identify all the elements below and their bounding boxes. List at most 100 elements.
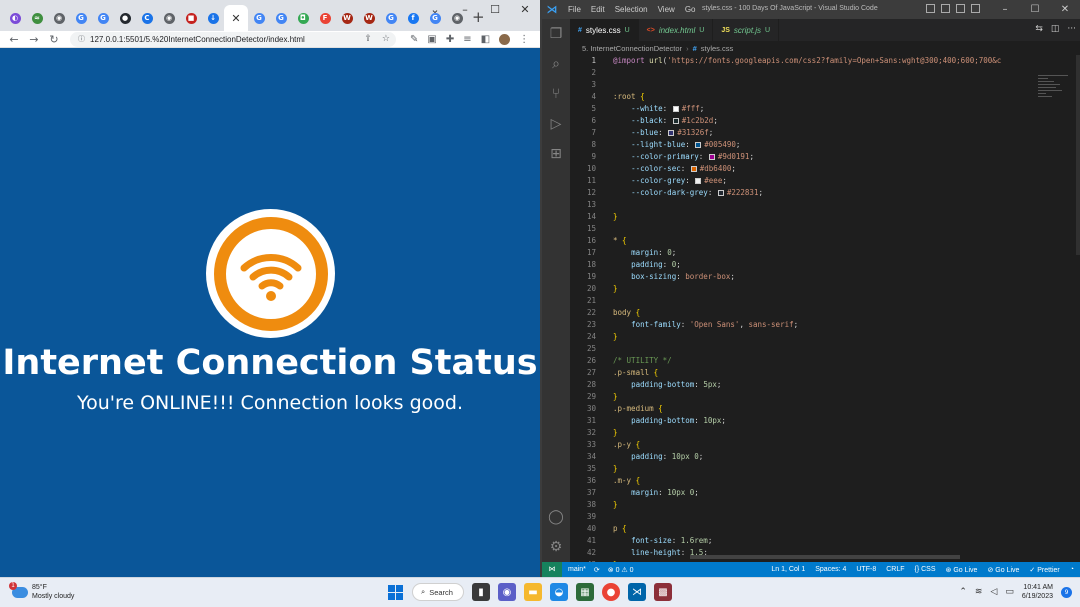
maximize-button[interactable]: ☐ xyxy=(1020,0,1050,19)
reading-list-icon[interactable]: ≡ xyxy=(463,34,471,45)
color-swatch-icon[interactable] xyxy=(668,130,675,136)
store-icon[interactable]: ▦ xyxy=(576,583,594,601)
wifi-tray-icon[interactable]: ≋ xyxy=(975,587,983,597)
toggle-primary-sidebar-icon[interactable] xyxy=(926,4,935,13)
menu-item-file[interactable]: File xyxy=(568,5,581,14)
browser-tab[interactable]: G xyxy=(70,5,92,31)
go-live-button-2[interactable]: ⊘ Go Live xyxy=(987,566,1019,574)
settings-gear-icon[interactable]: ⚙ xyxy=(542,532,570,562)
weather-widget[interactable]: 1 85°F Mostly cloudy xyxy=(9,581,74,601)
color-swatch-icon[interactable] xyxy=(672,106,679,112)
start-button[interactable] xyxy=(386,583,404,601)
go-live-button[interactable]: ⊛ Go Live xyxy=(946,566,978,574)
color-swatch-icon[interactable] xyxy=(695,142,702,148)
end-of-line[interactable]: CRLF xyxy=(886,566,904,574)
breadcrumb-file[interactable]: styles.css xyxy=(701,44,734,53)
extension-icon[interactable]: ▣ xyxy=(427,34,436,45)
browser-tab[interactable]: ≈ xyxy=(26,5,48,31)
color-swatch-icon[interactable] xyxy=(672,118,679,124)
menu-item-selection[interactable]: Selection xyxy=(615,5,648,14)
edge-icon[interactable]: ◒ xyxy=(550,583,568,601)
browser-tab[interactable]: ◘ xyxy=(292,5,314,31)
editor-tab-js[interactable]: JS script.js U xyxy=(713,19,780,41)
vscode-taskbar-icon[interactable]: ⋊ xyxy=(628,583,646,601)
browser-tab[interactable]: ◉ xyxy=(48,5,70,31)
browser-tab[interactable]: ■ xyxy=(180,5,202,31)
sync-icon[interactable]: ⟳ xyxy=(594,566,600,574)
run-debug-icon[interactable]: ▷ xyxy=(542,109,570,139)
browser-tab[interactable]: G xyxy=(270,5,292,31)
browser-tab[interactable]: C xyxy=(136,5,158,31)
address-bar[interactable]: ⓘ 127.0.0.1:5501/5.%20InternetConnection… xyxy=(70,31,396,47)
close-tab-icon[interactable]: ✕ xyxy=(231,12,240,25)
forward-button[interactable]: → xyxy=(24,33,44,46)
taskbar-search[interactable]: ⌕ Search xyxy=(412,583,464,601)
remote-indicator-icon[interactable]: ⋈ xyxy=(542,562,562,577)
explorer-icon[interactable]: ❐ xyxy=(542,19,570,49)
indentation[interactable]: Spaces: 4 xyxy=(815,566,846,574)
menu-item-edit[interactable]: Edit xyxy=(591,5,605,14)
close-window-button[interactable]: ✕ xyxy=(510,0,540,20)
file-explorer-icon[interactable]: ▬ xyxy=(524,583,542,601)
breadcrumb-folder[interactable]: 5. InternetConnectionDetector xyxy=(582,44,682,53)
encoding[interactable]: UTF-8 xyxy=(856,566,876,574)
minimize-button[interactable]: – xyxy=(450,0,480,20)
color-swatch-icon[interactable] xyxy=(708,154,715,160)
toggle-secondary-sidebar-icon[interactable] xyxy=(956,4,965,13)
puzzle-extensions-icon[interactable]: ✚ xyxy=(446,34,454,45)
clock[interactable]: 10:41 AM 6/19/2023 xyxy=(1022,583,1053,601)
menu-item-go[interactable]: Go xyxy=(685,5,696,14)
browser-tab[interactable]: G xyxy=(380,5,402,31)
search-icon[interactable]: ⌕ xyxy=(542,49,570,79)
horizontal-scrollbar[interactable] xyxy=(690,555,960,559)
notification-count[interactable]: 9 xyxy=(1061,586,1072,598)
back-button[interactable]: ← xyxy=(4,33,24,46)
chrome-taskbar-icon[interactable]: ● xyxy=(602,583,620,601)
eyedropper-extension-icon[interactable]: ✎ xyxy=(410,34,418,45)
volume-icon[interactable]: ◁ xyxy=(990,587,997,597)
bookmark-star-icon[interactable]: ☆ xyxy=(382,34,390,44)
customize-layout-icon[interactable] xyxy=(971,4,980,13)
source-control-icon[interactable]: ⑂ xyxy=(542,79,570,109)
color-swatch-icon[interactable] xyxy=(695,178,702,184)
browser-tab[interactable]: G xyxy=(92,5,114,31)
editor-tab-html[interactable]: <> index.html U xyxy=(639,19,714,41)
active-tab[interactable]: ✕ xyxy=(224,5,248,31)
browser-tab[interactable]: G xyxy=(248,5,270,31)
notifications-bell-icon[interactable]: ◔ xyxy=(1070,566,1074,574)
compare-changes-icon[interactable]: ⇆ xyxy=(1035,24,1043,34)
tab-search-button[interactable]: ⌄ xyxy=(420,0,450,20)
show-hidden-icons-icon[interactable]: ⌃ xyxy=(959,587,967,597)
browser-tab[interactable]: W xyxy=(358,5,380,31)
prettier-status[interactable]: ✓ Prettier xyxy=(1029,566,1059,574)
color-swatch-icon[interactable] xyxy=(690,166,697,172)
toggle-panel-icon[interactable] xyxy=(941,4,950,13)
browser-tab[interactable]: ● xyxy=(114,5,136,31)
code-editor[interactable]: 1 @import url('https://fonts.googleapis.c… xyxy=(570,55,1080,562)
side-panel-icon[interactable]: ◧ xyxy=(481,34,490,45)
browser-tab[interactable]: ◉ xyxy=(158,5,180,31)
split-editor-icon[interactable]: ◫ xyxy=(1051,24,1060,34)
language-mode[interactable]: {} CSS xyxy=(915,566,936,574)
battery-icon[interactable]: ▭ xyxy=(1005,587,1014,597)
editor-tab-css[interactable]: # styles.css U xyxy=(570,19,639,41)
browser-tab[interactable]: W xyxy=(336,5,358,31)
more-actions-icon[interactable]: ··· xyxy=(1067,24,1076,34)
accounts-icon[interactable]: ◯ xyxy=(542,502,570,532)
profile-avatar[interactable] xyxy=(499,33,511,45)
browser-tab[interactable]: ◐ xyxy=(4,5,26,31)
reload-button[interactable]: ↻ xyxy=(44,33,64,46)
color-swatch-icon[interactable] xyxy=(717,190,724,196)
maximize-button[interactable]: ☐ xyxy=(480,0,510,20)
browser-tab[interactable]: F xyxy=(314,5,336,31)
app-taskbar-icon[interactable]: ▩ xyxy=(654,583,672,601)
close-window-button[interactable]: ✕ xyxy=(1050,0,1080,19)
vertical-scrollbar[interactable] xyxy=(1076,55,1080,255)
minimap[interactable] xyxy=(1038,75,1074,115)
minimize-button[interactable]: – xyxy=(990,0,1020,19)
git-branch[interactable]: main* xyxy=(568,566,586,574)
chrome-menu-icon[interactable]: ⋮ xyxy=(519,34,529,45)
problems-count[interactable]: ⊗ 0 ⚠ 0 xyxy=(608,566,634,574)
teams-chat-icon[interactable]: ◉ xyxy=(498,583,516,601)
site-info-icon[interactable]: ⓘ xyxy=(78,34,85,44)
